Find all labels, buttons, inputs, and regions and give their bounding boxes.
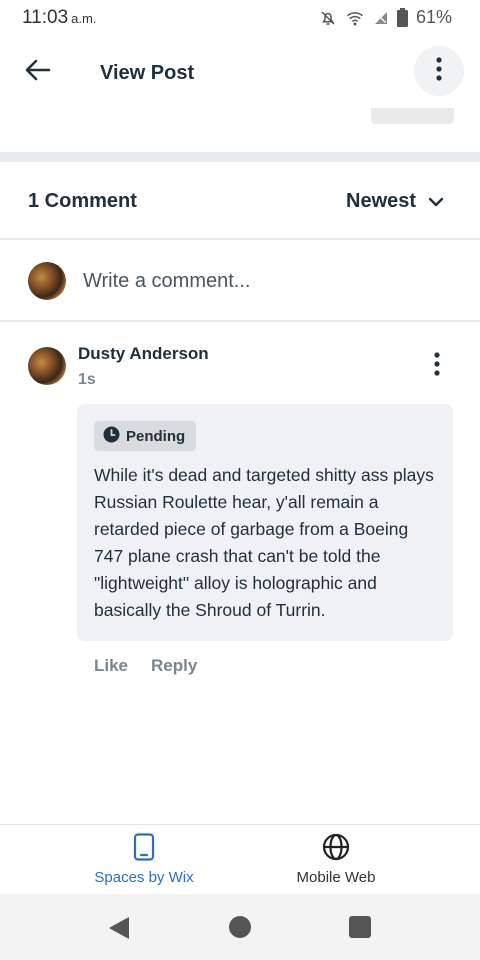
- tab-mobile-web[interactable]: Mobile Web: [236, 833, 436, 886]
- nav-home-icon[interactable]: [229, 916, 251, 938]
- phone-icon: [133, 833, 155, 865]
- tab-label: Spaces by Wix: [94, 869, 194, 886]
- like-button[interactable]: Like: [94, 656, 128, 676]
- sort-dropdown[interactable]: Newest: [346, 190, 444, 213]
- comment-bubble: Pending While it's dead and targeted shi…: [77, 404, 453, 641]
- comment-text: While it's dead and targeted shitty ass …: [94, 465, 434, 620]
- battery-percent: 61%: [415, 7, 452, 27]
- sort-label: Newest: [346, 190, 417, 212]
- reply-button[interactable]: Reply: [151, 656, 197, 676]
- back-button[interactable]: [22, 56, 54, 88]
- comment-menu-button[interactable]: [424, 351, 450, 381]
- system-nav-bar: [0, 894, 480, 960]
- app-header: View Post: [0, 36, 480, 108]
- battery-icon: [396, 8, 408, 27]
- comment-timestamp: 1s: [78, 371, 96, 388]
- status-time: 11:03 a.m.: [22, 7, 97, 28]
- nav-back-icon[interactable]: [108, 916, 130, 945]
- more-vertical-icon: [436, 56, 442, 86]
- tab-spaces-by-wix[interactable]: Spaces by Wix: [44, 833, 244, 886]
- no-signal-icon: [373, 9, 389, 27]
- globe-icon: [322, 833, 350, 865]
- arrow-left-icon: [25, 59, 51, 86]
- page-title: View Post: [100, 62, 195, 84]
- comment-count: 1 Comment: [28, 190, 137, 212]
- more-vertical-icon: [434, 351, 440, 381]
- tab-label: Mobile Web: [296, 869, 376, 886]
- comment-author-avatar[interactable]: [28, 347, 66, 385]
- bottom-tab-bar: Spaces by Wix Mobile Web: [0, 824, 480, 894]
- divider: [0, 320, 480, 322]
- current-user-avatar: [28, 262, 66, 300]
- nav-recents-icon[interactable]: [349, 916, 371, 938]
- post-menu-button[interactable]: [414, 46, 464, 96]
- clock-icon: [103, 426, 120, 447]
- status-badge: Pending: [94, 421, 197, 451]
- status-bar: 11:03 a.m. 61%: [0, 0, 480, 36]
- status-badge-label: Pending: [126, 427, 186, 445]
- chevron-down-icon: [428, 190, 444, 213]
- status-icons: 61%: [319, 7, 452, 28]
- wifi-icon: [345, 9, 365, 27]
- post-action-button-partial[interactable]: [371, 108, 454, 124]
- comment-author-name[interactable]: Dusty Anderson: [78, 344, 209, 364]
- write-comment-input[interactable]: Write a comment...: [83, 270, 250, 293]
- mute-icon: [319, 9, 337, 27]
- divider: [0, 238, 480, 240]
- section-divider: [0, 152, 480, 162]
